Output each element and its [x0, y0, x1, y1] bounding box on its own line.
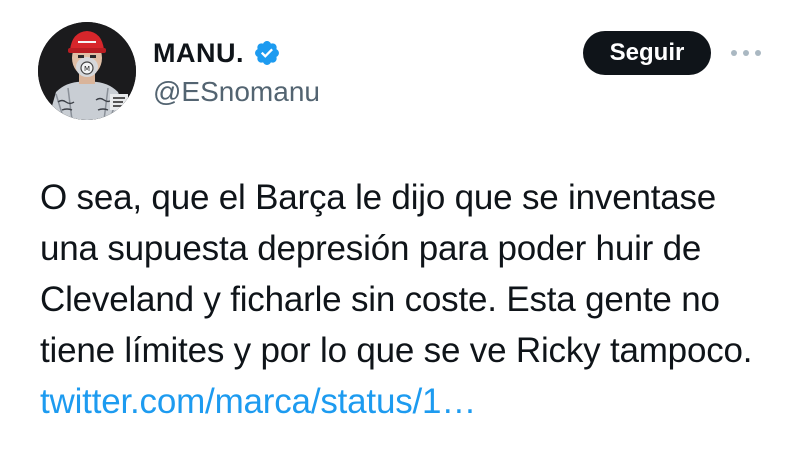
more-horizontal-icon	[731, 50, 761, 56]
tweet-card: M MANU. @ESnomanu Seguir O sea, que el B…	[0, 0, 800, 450]
username[interactable]: @ESnomanu	[153, 76, 320, 108]
svg-text:M: M	[84, 65, 90, 73]
verified-badge-icon	[253, 39, 281, 67]
tweet-body: O sea, que el Barça le dijo que se inven…	[40, 178, 753, 370]
display-name-row: MANU.	[153, 36, 281, 70]
follow-button[interactable]: Seguir	[583, 31, 711, 75]
display-name[interactable]: MANU.	[153, 38, 244, 69]
avatar[interactable]: M	[38, 22, 136, 120]
tweet-text: O sea, que el Barça le dijo que se inven…	[40, 172, 770, 427]
tweet-link[interactable]: twitter.com/marca/status/1…	[40, 382, 476, 421]
more-options-button[interactable]	[728, 38, 764, 68]
avatar-image: M	[38, 22, 136, 120]
